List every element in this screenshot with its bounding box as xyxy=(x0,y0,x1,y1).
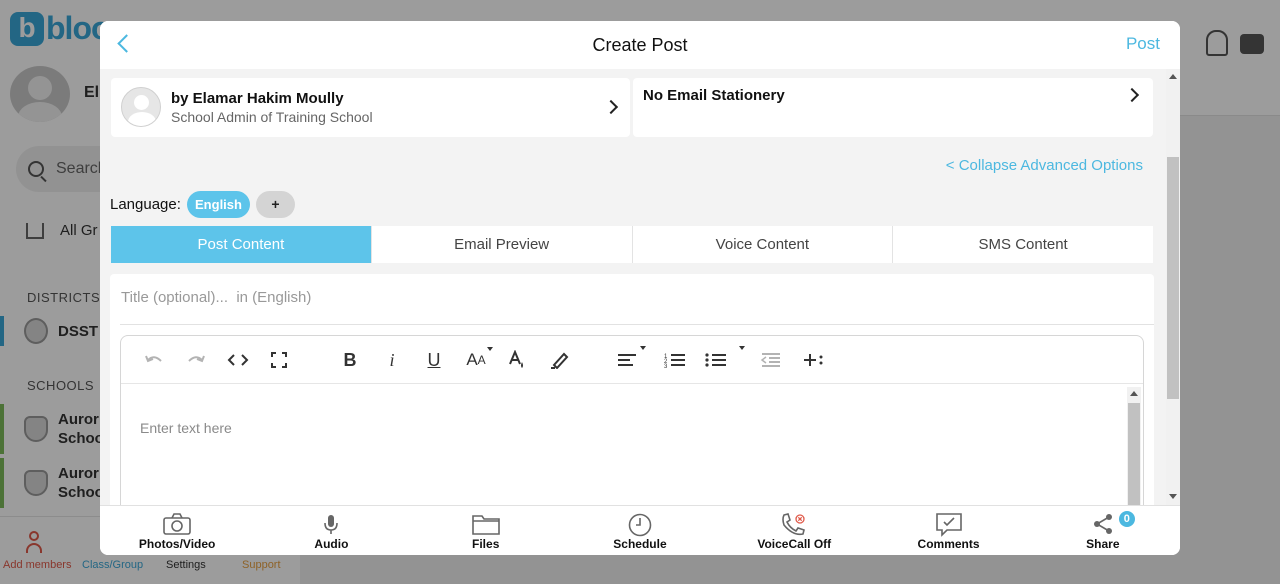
rich-text-editor: B i U AA 123 Enter text here xyxy=(120,335,1144,505)
bottom-bar-label: Comments xyxy=(917,537,980,551)
chevron-right-icon xyxy=(603,99,619,115)
bottom-bar-label: Files xyxy=(472,537,500,551)
outdent-icon[interactable] xyxy=(760,348,782,372)
share-button[interactable]: 0 Share xyxy=(1026,506,1180,555)
caret-icon xyxy=(487,347,493,351)
post-button[interactable]: Post xyxy=(1126,34,1160,54)
tab-email-preview[interactable]: Email Preview xyxy=(370,226,632,263)
title-input[interactable] xyxy=(110,274,1154,320)
underline-icon[interactable]: U xyxy=(424,348,444,372)
tab-post-content[interactable]: Post Content xyxy=(111,226,371,263)
comments-button[interactable]: Comments xyxy=(871,506,1025,555)
modal-scrollbar[interactable] xyxy=(1166,69,1180,505)
editor-scroll-thumb[interactable] xyxy=(1128,403,1140,505)
voicecall-toggle-button[interactable]: VoiceCall Off xyxy=(717,506,871,555)
audio-button[interactable]: Audio xyxy=(254,506,408,555)
create-post-modal: Create Post Post by Elamar Hakim Moully … xyxy=(100,21,1180,555)
editor-body-placeholder[interactable]: Enter text here xyxy=(140,420,232,436)
bottom-bar-label: VoiceCall Off xyxy=(757,537,832,551)
scroll-up-icon[interactable] xyxy=(1130,391,1138,396)
editor-toolbar: B i U AA 123 xyxy=(121,336,1143,384)
tab-voice-content[interactable]: Voice Content xyxy=(631,226,893,263)
undo-icon[interactable] xyxy=(143,348,165,372)
insert-icon[interactable] xyxy=(801,348,825,372)
share-icon xyxy=(1092,513,1114,540)
collapse-advanced-options-link[interactable]: < Collapse Advanced Options xyxy=(946,157,1143,174)
post-options-bar: Photos/Video Audio Files Schedule VoiceC… xyxy=(100,505,1180,555)
folder-icon xyxy=(471,513,500,540)
author-selector[interactable]: by Elamar Hakim Moully School Admin of T… xyxy=(111,78,630,137)
scroll-up-icon[interactable] xyxy=(1169,74,1177,79)
font-size-icon[interactable]: AA xyxy=(461,348,491,372)
fullscreen-icon[interactable] xyxy=(270,348,288,372)
bottom-bar-label: Audio xyxy=(314,537,349,551)
modal-body: by Elamar Hakim Moully School Admin of T… xyxy=(100,69,1166,505)
svg-text:3: 3 xyxy=(664,364,668,368)
camera-icon xyxy=(163,513,191,540)
chevron-right-icon xyxy=(1124,87,1140,103)
language-label: Language: xyxy=(110,196,181,213)
email-stationery-selector[interactable]: No Email Stationery xyxy=(633,78,1153,137)
stationery-label: No Email Stationery xyxy=(643,87,785,104)
language-pill-english[interactable]: English xyxy=(187,191,250,218)
editor-scrollbar[interactable] xyxy=(1127,387,1141,505)
share-count-badge: 0 xyxy=(1118,511,1135,527)
modal-header: Create Post Post xyxy=(100,21,1180,69)
redo-icon[interactable] xyxy=(185,348,207,372)
add-language-button[interactable]: + xyxy=(256,191,295,218)
content-tabs: Post Content Email Preview Voice Content… xyxy=(111,226,1153,263)
tab-sms-content[interactable]: SMS Content xyxy=(892,226,1153,263)
author-role: School Admin of Training School xyxy=(171,109,373,125)
scroll-down-icon[interactable] xyxy=(1169,494,1177,499)
font-color-icon[interactable] xyxy=(508,348,526,372)
divider xyxy=(120,324,1154,325)
author-avatar xyxy=(121,87,161,127)
unordered-list-icon[interactable] xyxy=(705,348,727,372)
bottom-bar-label: Share xyxy=(1086,537,1120,551)
author-name: by Elamar Hakim Moully xyxy=(171,90,344,107)
photos-video-button[interactable]: Photos/Video xyxy=(100,506,254,555)
editor-card: B i U AA 123 xyxy=(110,274,1154,505)
bold-icon[interactable]: B xyxy=(340,348,360,372)
align-icon[interactable] xyxy=(617,348,637,372)
ordered-list-icon[interactable]: 123 xyxy=(664,348,686,372)
highlight-icon[interactable] xyxy=(550,348,570,372)
caret-icon xyxy=(739,346,745,350)
microphone-icon xyxy=(323,513,339,540)
code-view-icon[interactable] xyxy=(226,348,250,372)
bottom-bar-label: Schedule xyxy=(613,537,667,551)
bottom-bar-label: Photos/Video xyxy=(138,537,216,551)
modal-title: Create Post xyxy=(592,35,688,55)
caret-icon xyxy=(640,346,646,350)
modal-scroll-thumb[interactable] xyxy=(1167,157,1179,399)
italic-icon[interactable]: i xyxy=(383,348,401,372)
files-button[interactable]: Files xyxy=(409,506,563,555)
schedule-button[interactable]: Schedule xyxy=(563,506,717,555)
